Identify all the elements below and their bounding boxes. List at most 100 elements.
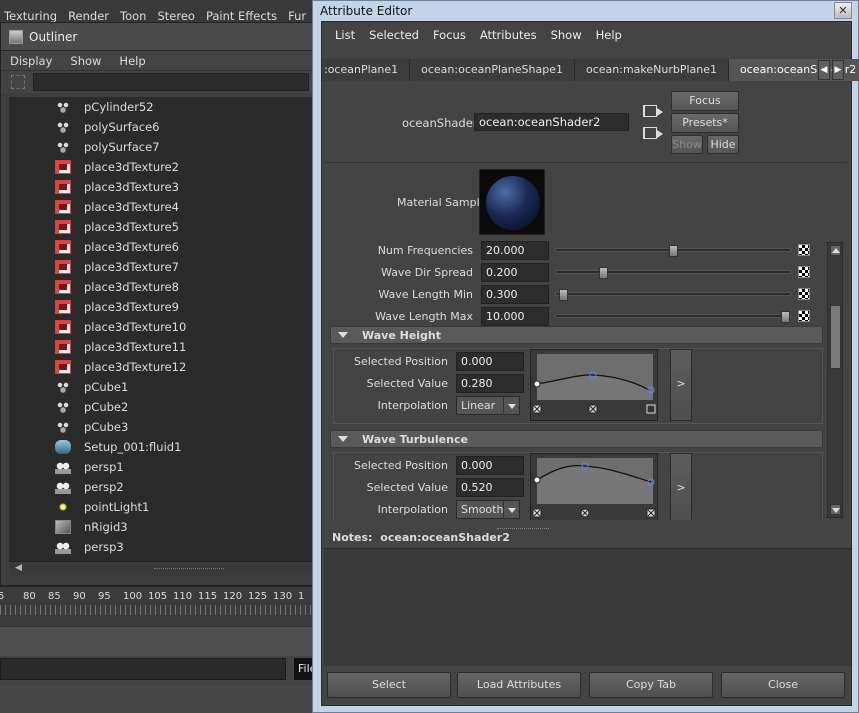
outliner-title-bar[interactable]: Outliner [1,23,317,51]
focus-button[interactable]: Focus [671,91,739,111]
copy-tab-button[interactable]: Copy Tab [589,672,713,698]
material-swatch[interactable] [479,169,545,235]
outliner-item[interactable]: place3dTexture4 [9,197,313,217]
outliner-item[interactable]: pointLight1 [9,497,313,517]
expand-ramp-button[interactable]: > [670,453,692,520]
map-texture-icon[interactable] [798,288,810,300]
shader-name-field[interactable] [474,113,629,131]
outliner-item[interactable]: Setup_001:fluid1 [9,437,313,457]
outliner-item[interactable]: place3dTexture6 [9,237,313,257]
presets-button[interactable]: Presets* [671,113,739,133]
tab-ocean-plane[interactable]: :oceanPlane1 [322,59,411,81]
attribute-slider[interactable] [555,311,791,323]
expand-ramp-button[interactable]: > [670,349,692,421]
tab-make-nurb-plane[interactable]: ocean:makeNurbPlane1 [574,59,730,81]
interpolation-select[interactable]: Linear [456,396,520,415]
outliner-item[interactable]: pCube2 [9,397,313,417]
outliner-menu-help[interactable]: Help [110,54,154,68]
window-close-button[interactable]: ✕ [834,2,852,19]
selected-value-field[interactable]: 0.520 [456,478,524,497]
pane-resize-grip[interactable] [154,568,224,570]
menu-attributes[interactable]: Attributes [473,28,544,42]
wave-turbulence-section-header[interactable]: Wave Turbulence [330,430,823,448]
outliner-item[interactable]: persp3 [9,537,313,557]
map-texture-icon[interactable] [798,310,810,322]
attribute-value-field[interactable]: 0.200 [481,263,549,282]
outliner-item[interactable]: pCube1 [9,377,313,397]
close-button[interactable]: Close [721,672,845,698]
outliner-item[interactable]: persp1 [9,457,313,477]
hide-button[interactable]: Hide [707,135,739,154]
map-texture-icon[interactable] [798,244,810,256]
wave-height-ramp-graph[interactable] [530,349,658,421]
notes-textarea[interactable] [324,548,851,666]
tab-scroll-right-icon[interactable]: ▶ [832,60,844,80]
outliner-menu-display[interactable]: Display [1,54,61,68]
menu-selected[interactable]: Selected [362,28,426,42]
outliner-item[interactable]: place3dTexture12 [9,357,313,377]
command-input[interactable] [0,658,286,680]
tab-scroll-left-icon[interactable]: ◀ [818,60,830,80]
main-menu-item[interactable]: Toon [116,0,153,24]
filter-icon[interactable] [11,75,25,89]
load-attributes-button[interactable]: Load Attributes [457,672,581,698]
slider-handle[interactable] [559,289,569,301]
slider-handle[interactable] [598,267,608,279]
main-menu-item[interactable]: Fur [284,0,313,24]
outliner-item[interactable]: polySurface6 [9,117,313,137]
outliner-search-input[interactable] [33,73,309,91]
attribute-slider[interactable] [555,245,791,257]
outliner-menu-show[interactable]: Show [61,54,110,68]
scrollbar-thumb[interactable] [830,305,841,369]
selected-position-field[interactable]: 0.000 [456,352,524,371]
selected-position-field[interactable]: 0.000 [456,456,524,475]
map-texture-icon[interactable] [798,266,810,278]
outliner-item[interactable]: pCube3 [9,417,313,437]
interpolation-select[interactable]: Smooth [456,500,520,519]
show-button[interactable]: Show [671,135,703,154]
outliner-item[interactable]: persp2 [9,477,313,497]
scroll-left-arrow-icon[interactable]: ◀ [15,563,22,573]
outliner-item[interactable]: place3dTexture10 [9,317,313,337]
tab-ocean-plane-shape[interactable]: ocean:oceanPlaneShape1 [410,59,575,81]
attribute-value-field[interactable]: 0.300 [481,285,549,304]
attribute-value-field[interactable]: 10.000 [481,307,549,326]
outliner-item[interactable]: polySurface7 [9,137,313,157]
scroll-up-arrow-icon[interactable] [830,245,841,256]
slider-handle[interactable] [669,245,678,257]
output-connection-icon[interactable] [643,127,663,139]
attribute-editor-title[interactable]: Attribute Editor [313,1,858,21]
outliner-item[interactable]: place3dTexture3 [9,177,313,197]
main-menu-item[interactable]: Render [64,0,116,24]
outliner-item[interactable]: pCylinder52 [9,97,313,117]
input-connection-icon[interactable] [643,105,663,117]
attribute-value-field[interactable]: 20.000 [481,241,549,260]
outliner-item[interactable]: nRigid3 [9,517,313,537]
outliner-item[interactable]: place3dTexture5 [9,217,313,237]
menu-help[interactable]: Help [589,28,629,42]
attribute-slider[interactable] [555,267,791,279]
time-slider[interactable]: 5 80 85 90 95 100 105 110 115 120 125 130 1 [0,586,318,626]
outliner-item[interactable]: place3dTexture11 [9,337,313,357]
selected-value-field[interactable]: 0.280 [456,374,524,393]
menu-show[interactable]: Show [544,28,589,42]
scroll-down-arrow-icon[interactable] [830,504,841,515]
menu-focus[interactable]: Focus [426,28,473,42]
wave-turbulence-ramp-graph[interactable] [530,453,658,520]
outliner-item[interactable]: place3dTexture2 [9,157,313,177]
outliner-horizontal-scrollbar[interactable]: ◀ [9,561,313,575]
slider-handle[interactable] [781,311,791,323]
wave-height-section-header[interactable]: Wave Height [330,326,823,344]
outliner-item[interactable]: place3dTexture8 [9,277,313,297]
outliner-list[interactable]: pCylinder52 polySurface6 polySurface7 place… [9,97,313,561]
menu-list[interactable]: List [328,28,362,42]
main-menu-item[interactable]: Texturing [0,0,64,24]
main-menu-item[interactable]: Stereo [153,0,201,24]
outliner-item[interactable]: place3dTexture7 [9,257,313,277]
attribute-slider[interactable] [555,289,791,301]
range-slider[interactable] [0,626,318,656]
main-menu-item[interactable]: Paint Effects [202,0,284,24]
select-button[interactable]: Select [327,672,451,698]
attribute-vertical-scrollbar[interactable] [827,242,843,518]
outliner-item[interactable]: place3dTexture9 [9,297,313,317]
